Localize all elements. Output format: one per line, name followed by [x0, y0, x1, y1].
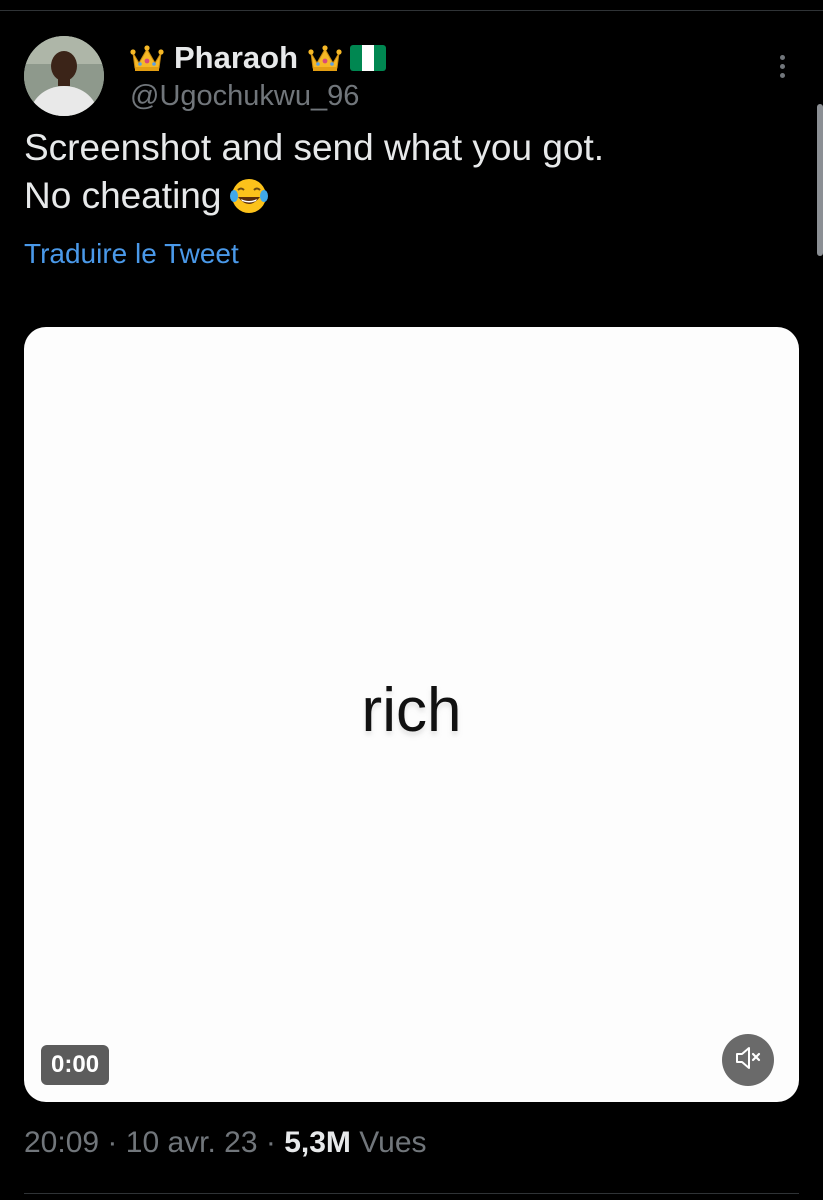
- top-divider: [0, 10, 823, 11]
- bottom-divider: [24, 1193, 799, 1194]
- meta-separator: ·: [265, 1126, 276, 1159]
- avatar[interactable]: [24, 36, 104, 116]
- nigeria-flag-icon: [350, 45, 387, 71]
- views-count[interactable]: 5,3M: [284, 1126, 351, 1159]
- tweet-text-line-with-emoji: No cheating: [24, 172, 784, 220]
- tweet-video[interactable]: rich 0:00: [24, 327, 799, 1102]
- mute-button[interactable]: [722, 1034, 774, 1086]
- more-options-icon[interactable]: [770, 52, 794, 88]
- video-caption-word: rich: [361, 676, 462, 745]
- display-name[interactable]: Pharaoh: [174, 40, 298, 76]
- face-with-tears-of-joy-icon: [229, 176, 269, 216]
- translate-tweet-link[interactable]: Traduire le Tweet: [24, 238, 239, 270]
- crown-icon: [130, 43, 164, 73]
- meta-separator: ·: [107, 1126, 118, 1159]
- tweet-meta: 20:09 · 10 avr. 23 · 5,3M Vues: [24, 1126, 427, 1160]
- speaker-muted-icon: [734, 1045, 762, 1076]
- author-name-row: Pharaoh: [130, 38, 387, 78]
- views-label: Vues: [359, 1126, 427, 1159]
- tweet-text-line: Screenshot and send what you got.: [24, 127, 605, 168]
- tweet-time[interactable]: 20:09: [24, 1126, 99, 1159]
- tweet-date[interactable]: 10 avr. 23: [126, 1126, 258, 1159]
- author-handle[interactable]: @Ugochukwu_96: [130, 80, 386, 113]
- tweet-text-line: No cheating: [24, 175, 222, 216]
- crown-icon: [308, 43, 342, 73]
- tweet-text: Screenshot and send what you got. No che…: [24, 124, 784, 220]
- video-duration-badge: 0:00: [41, 1045, 110, 1085]
- scrollbar[interactable]: [817, 104, 823, 256]
- tweet-author[interactable]: Pharaoh @Ugochukwu_96: [130, 38, 387, 113]
